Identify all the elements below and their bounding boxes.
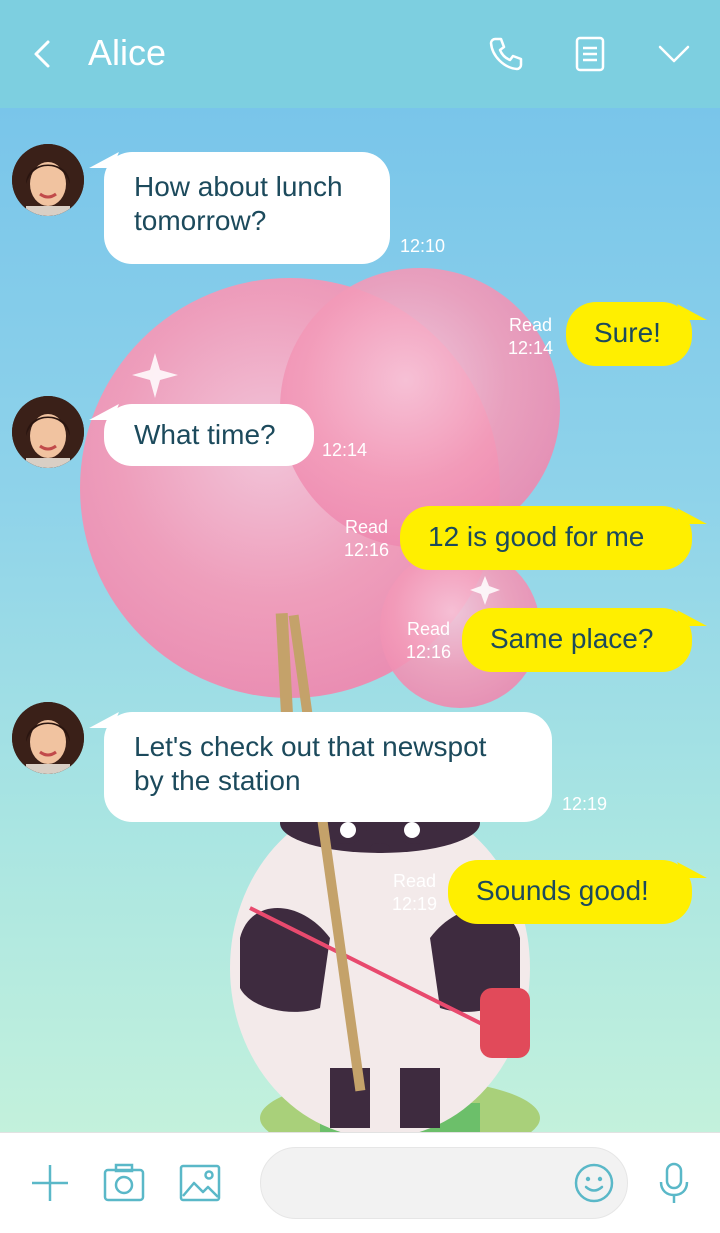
chat-header: Alice [0, 0, 720, 108]
microphone-icon[interactable] [652, 1161, 696, 1205]
read-status: Read [345, 517, 389, 537]
message-text-line: Sure! [594, 317, 661, 348]
message-time: 12:14 [508, 338, 554, 358]
message-time: 12:14 [322, 440, 368, 460]
message-input[interactable] [260, 1147, 628, 1219]
message-text-line: What time? [134, 419, 276, 450]
chat-title: Alice [88, 32, 167, 73]
message-text-line: How about lunch [134, 171, 343, 202]
message-time: 12:19 [562, 794, 608, 814]
message-text-line: Let's check out that newspot [134, 731, 487, 762]
message-text-line: Same place? [490, 623, 654, 654]
read-status: Read [509, 315, 553, 335]
avatar-image [12, 702, 84, 774]
avatar-image [12, 144, 84, 216]
message-meta: Read 12:16 [406, 618, 451, 664]
image-icon[interactable] [178, 1161, 222, 1205]
emoji-icon[interactable] [573, 1162, 615, 1204]
message-composer [0, 1132, 720, 1233]
message-bubble-incoming[interactable]: How about lunch tomorrow? [104, 152, 390, 264]
notes-icon[interactable] [570, 34, 610, 74]
message-time: 12:10 [400, 236, 446, 256]
message-time: 12:16 [344, 540, 390, 560]
message-meta: Read 12:19 [392, 870, 437, 916]
message-time: 12:16 [406, 642, 452, 662]
message-bubble-incoming[interactable]: What time? [104, 404, 314, 466]
back-chevron-icon[interactable] [28, 34, 58, 74]
message-text-line: tomorrow? [134, 205, 267, 236]
chevron-down-icon[interactable] [654, 34, 694, 74]
read-status: Read [407, 619, 451, 639]
contact-avatar[interactable] [12, 702, 84, 774]
message-text-line: by the station [134, 765, 301, 796]
message-time: 12:19 [392, 894, 438, 914]
plus-icon[interactable] [28, 1161, 72, 1205]
camera-icon[interactable] [102, 1161, 146, 1205]
message-bubble-incoming[interactable]: Let's check out that newspot by the stat… [104, 712, 552, 822]
message-bubble-outgoing[interactable]: Sure! [566, 302, 692, 366]
message-text-line: 12 is good for me [428, 521, 645, 552]
message-meta: Read 12:14 [508, 314, 553, 360]
avatar-image [12, 396, 84, 468]
message-bubble-outgoing[interactable]: 12 is good for me [400, 506, 692, 570]
message-text-line: Sounds good! [476, 875, 649, 906]
message-bubble-outgoing[interactable]: Sounds good! [448, 860, 692, 924]
contact-avatar[interactable] [12, 396, 84, 468]
chat-area[interactable]: How about lunch tomorrow? 12:10 Read 12:… [0, 108, 720, 1132]
read-status: Read [393, 871, 437, 891]
message-bubble-outgoing[interactable]: Same place? [462, 608, 692, 672]
contact-avatar[interactable] [12, 144, 84, 216]
phone-icon[interactable] [486, 34, 526, 74]
message-meta: Read 12:16 [344, 516, 389, 562]
